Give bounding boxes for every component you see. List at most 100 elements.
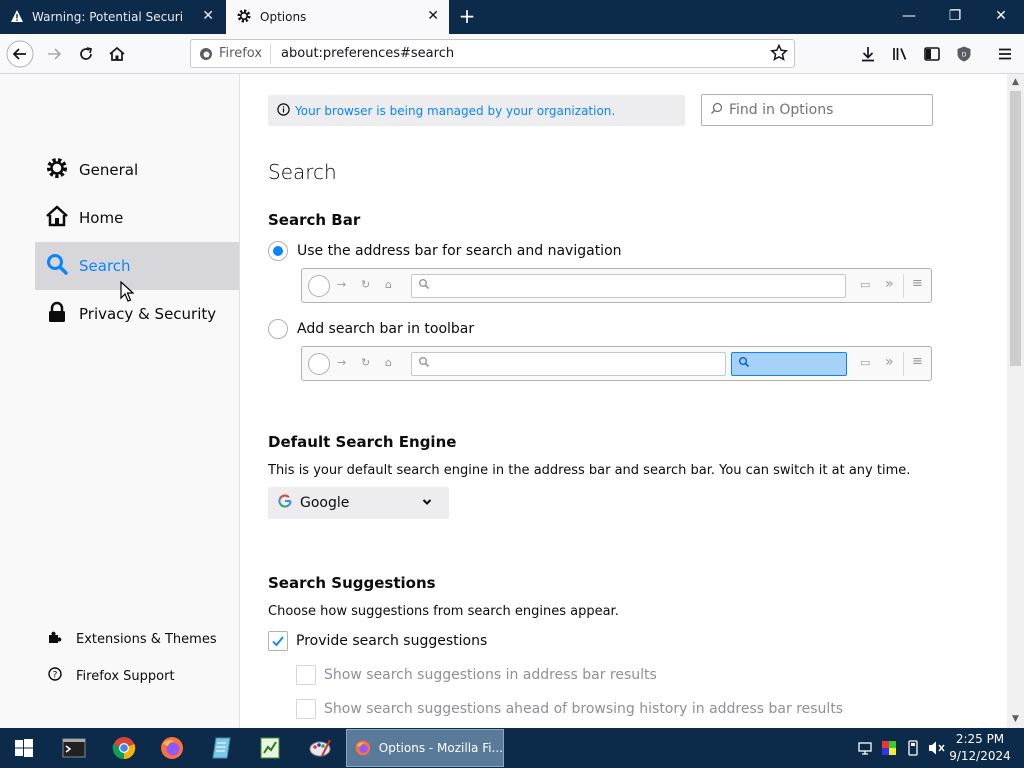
library-icon bbox=[893, 48, 907, 60]
clock-time: 2:25 PM bbox=[955, 732, 1005, 746]
search-icon bbox=[418, 356, 430, 372]
shield-icon: D bbox=[957, 46, 971, 62]
tab-options[interactable]: Options ✕ bbox=[226, 0, 449, 34]
sidebar-toggle-button[interactable] bbox=[918, 40, 946, 68]
close-window-button[interactable]: ✕ bbox=[978, 0, 1024, 34]
category-privacy-security[interactable]: Privacy & Security bbox=[35, 290, 239, 338]
close-icon[interactable]: ✕ bbox=[202, 8, 214, 24]
url-text[interactable]: about:preferences#search bbox=[281, 46, 454, 61]
preview-url-field bbox=[411, 352, 726, 376]
category-search[interactable]: Search bbox=[35, 242, 239, 290]
close-icon[interactable]: ✕ bbox=[427, 8, 439, 24]
extension-shield-button[interactable]: D bbox=[950, 40, 978, 68]
bookmark-star-icon[interactable] bbox=[769, 43, 789, 66]
sidebar-icon: ▭ bbox=[860, 278, 871, 291]
address-bar-preview: → ↻ ⌂ ▭ » ≡ bbox=[301, 268, 932, 303]
checkbox[interactable] bbox=[268, 631, 288, 651]
divider bbox=[903, 352, 904, 376]
managed-notice-text[interactable]: Your browser is being managed by your or… bbox=[295, 104, 615, 118]
identity-box[interactable]: Firefox bbox=[191, 43, 272, 64]
scroll-up-arrow-icon[interactable]: ▲ bbox=[1007, 74, 1024, 91]
checkbox-provide-suggestions[interactable]: Provide search suggestions bbox=[268, 631, 487, 651]
firefox-support-link[interactable]: ? Firefox Support bbox=[48, 667, 175, 685]
radio-add-search-bar[interactable]: Add search bar in toolbar bbox=[268, 319, 474, 339]
search-bar-preview: → ↻ ⌂ ▭ » ≡ bbox=[301, 346, 932, 381]
network-icon[interactable] bbox=[857, 740, 873, 760]
sidebar-icon bbox=[924, 47, 940, 61]
forward-arrow-icon: → bbox=[337, 356, 347, 369]
default-engine-select[interactable]: Google bbox=[268, 487, 449, 519]
find-placeholder: Find in Options bbox=[729, 102, 834, 118]
firefox-icon bbox=[355, 740, 371, 756]
reload-button[interactable] bbox=[72, 40, 100, 68]
svg-text:?: ? bbox=[53, 671, 58, 681]
google-logo-icon bbox=[278, 494, 292, 512]
usb-device-icon[interactable] bbox=[906, 740, 920, 760]
default-engine-description: This is your default search engine in th… bbox=[268, 463, 911, 478]
find-in-options-input[interactable]: Find in Options bbox=[701, 94, 933, 126]
start-button[interactable] bbox=[0, 728, 48, 768]
extensions-themes-link[interactable]: Extensions & Themes bbox=[48, 630, 217, 648]
taskbar-chrome[interactable] bbox=[100, 728, 148, 768]
suggestions-heading: Search Suggestions bbox=[268, 574, 436, 592]
menu-button[interactable] bbox=[991, 40, 1019, 68]
color-app-icon[interactable] bbox=[881, 740, 897, 760]
windows-taskbar: Options - Mozilla Fi... 2:25 PM 9/12/202… bbox=[0, 728, 1024, 768]
active-window-title: Options - Mozilla Fi... bbox=[378, 741, 503, 755]
firefox-icon bbox=[161, 737, 183, 759]
help-icon: ? bbox=[48, 667, 62, 685]
checkbox-suggestions-in-address-bar[interactable]: Show search suggestions in address bar r… bbox=[296, 665, 657, 685]
home-button[interactable] bbox=[103, 40, 131, 68]
taskbar-spreadsheet[interactable] bbox=[246, 728, 294, 768]
taskbar-terminal[interactable] bbox=[50, 728, 98, 768]
taskbar-active-firefox-window[interactable]: Options - Mozilla Fi... bbox=[346, 729, 504, 767]
radio-button[interactable] bbox=[268, 319, 288, 339]
forward-button[interactable] bbox=[40, 40, 68, 68]
identity-label: Firefox bbox=[219, 46, 263, 61]
scroll-thumb[interactable] bbox=[1010, 91, 1021, 366]
taskbar-paint[interactable] bbox=[296, 728, 344, 768]
category-home[interactable]: Home bbox=[35, 194, 239, 242]
search-icon bbox=[45, 252, 69, 280]
scroll-down-arrow-icon[interactable]: ▼ bbox=[1007, 711, 1024, 728]
home-icon bbox=[45, 204, 69, 232]
tab-title: Warning: Potential Security Risk Ahead bbox=[32, 10, 182, 24]
volume-muted-icon[interactable] bbox=[928, 740, 946, 760]
terminal-icon bbox=[62, 738, 86, 758]
overflow-icon: » bbox=[885, 276, 894, 292]
vertical-scrollbar[interactable]: ▲ ▼ bbox=[1007, 74, 1024, 728]
new-tab-button[interactable]: + bbox=[456, 5, 478, 27]
downloads-button[interactable] bbox=[854, 40, 882, 68]
url-bar[interactable]: Firefox about:preferences#search bbox=[190, 39, 795, 68]
taskbar-firefox[interactable] bbox=[148, 728, 196, 768]
restore-button[interactable]: ❐ bbox=[932, 0, 978, 34]
download-icon bbox=[862, 47, 874, 62]
chrome-icon bbox=[112, 737, 136, 760]
system-clock[interactable]: 2:25 PM 9/12/2024 bbox=[946, 731, 1014, 765]
radio-button[interactable] bbox=[268, 241, 288, 261]
checkbox-suggestions-ahead-of-history[interactable]: Show search suggestions ahead of browsin… bbox=[296, 699, 843, 719]
search-icon bbox=[418, 278, 430, 294]
taskbar-notepad[interactable] bbox=[198, 728, 246, 768]
preferences-sidebar: General Home Search Privacy & Security E… bbox=[0, 74, 240, 728]
clock-date: 9/12/2024 bbox=[949, 749, 1011, 763]
default-engine-heading: Default Search Engine bbox=[268, 433, 457, 451]
minimize-button[interactable]: — bbox=[886, 0, 932, 34]
preview-search-field bbox=[731, 352, 847, 376]
category-general[interactable]: General bbox=[35, 146, 239, 194]
back-button[interactable] bbox=[6, 40, 34, 68]
radio-use-address-bar[interactable]: Use the address bar for search and navig… bbox=[268, 241, 622, 261]
gear-icon bbox=[45, 156, 69, 184]
home-icon: ⌂ bbox=[385, 278, 392, 291]
checkbox[interactable] bbox=[296, 699, 316, 719]
tab-security-warning[interactable]: Warning: Potential Security Risk Ahead ✕ bbox=[0, 0, 224, 34]
home-icon bbox=[109, 46, 125, 61]
library-button[interactable] bbox=[886, 40, 914, 68]
spreadsheet-icon bbox=[260, 737, 280, 759]
checkmark-icon bbox=[272, 636, 284, 647]
tab-title: Options bbox=[260, 10, 307, 24]
preferences-content: Your browser is being managed by your or… bbox=[241, 74, 1007, 728]
back-arrow-icon bbox=[6, 40, 34, 68]
managed-notice[interactable]: Your browser is being managed by your or… bbox=[268, 95, 685, 126]
checkbox[interactable] bbox=[296, 665, 316, 685]
